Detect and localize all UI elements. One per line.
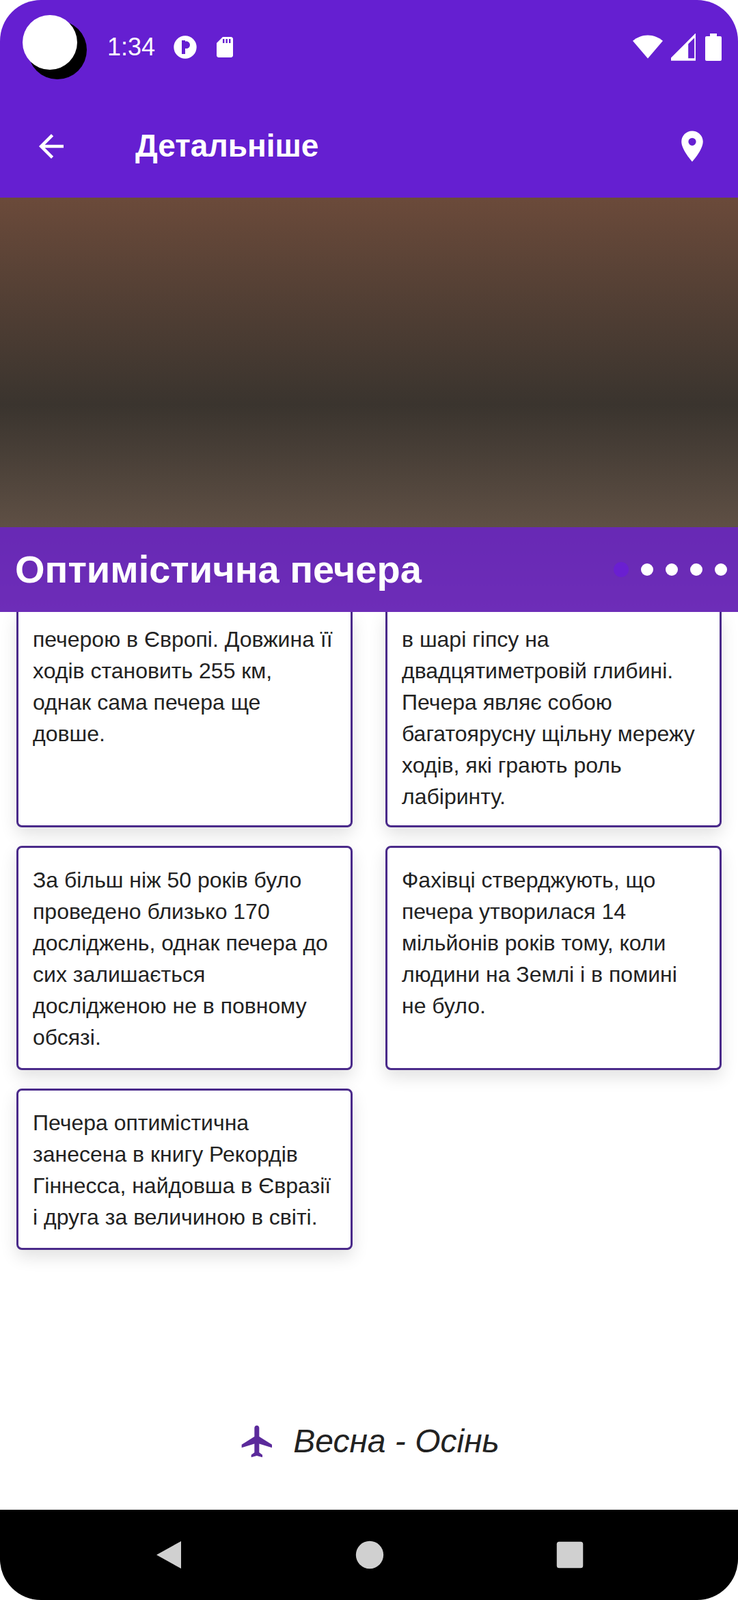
status-bar: 1:34 <box>0 0 738 95</box>
navigation-bar <box>0 1508 738 1599</box>
fact-card: Фахівці стверджують, що печера утворилас… <box>385 845 722 1070</box>
fact-card: За більш ніж 50 років було проведено бли… <box>16 845 353 1070</box>
fact-text: в шарі гіпсу на двадцятиметровій глибині… <box>401 623 706 812</box>
recents-square-icon[interactable] <box>555 1539 585 1569</box>
screen-title: Детальніше <box>135 122 319 170</box>
fact-text: Фахівці стверджують, що печера утворилас… <box>401 863 706 1021</box>
indicator-dot[interactable] <box>690 563 703 576</box>
battery-icon <box>705 33 722 61</box>
details-content: печерою в Європі. Довжина її ходів стано… <box>0 611 738 1509</box>
fact-card: печерою в Європі. Довжина її ходів стано… <box>16 611 353 827</box>
indicator-dot[interactable] <box>714 563 728 576</box>
season-text: Весна - Осінь <box>293 1415 500 1466</box>
fact-text: печерою в Європі. Довжина її ходів стано… <box>32 623 337 749</box>
gallery-photo[interactable]: Оптимістична печера <box>0 197 738 612</box>
back-triangle-icon[interactable] <box>153 1537 184 1571</box>
facts-grid: печерою в Європі. Довжина її ходів стано… <box>0 611 738 1250</box>
gallery-caption: Оптимістична печера <box>0 526 738 612</box>
app-bar: Детальніше <box>0 94 738 198</box>
sd-card-icon <box>212 33 238 61</box>
home-circle-icon[interactable] <box>354 1538 385 1569</box>
wifi-icon <box>632 33 663 61</box>
fact-text: За більш ніж 50 років було проведено бли… <box>32 863 337 1053</box>
season-row: Весна - Осінь <box>0 1406 738 1475</box>
location-pin-icon[interactable] <box>673 127 711 165</box>
indicator-dot[interactable] <box>665 563 678 576</box>
back-arrow-icon[interactable] <box>32 127 70 165</box>
fact-card: в шарі гіпсу на двадцятиметровій глибині… <box>385 611 722 827</box>
indicator-dot[interactable] <box>613 561 629 577</box>
place-title: Оптимістична печера <box>15 545 422 594</box>
signal-icon <box>671 33 696 61</box>
fact-card: Печера оптимістична занесена в книгу Рек… <box>16 1087 353 1250</box>
fact-text: Печера оптимістична занесена в книгу Рек… <box>32 1106 337 1233</box>
indicator-dot[interactable] <box>640 563 654 576</box>
airplane-icon <box>238 1421 277 1460</box>
camera-cutout-icon <box>22 15 87 80</box>
clock: 1:34 <box>107 28 156 66</box>
page-indicator <box>613 561 728 577</box>
sync-icon <box>171 33 199 61</box>
